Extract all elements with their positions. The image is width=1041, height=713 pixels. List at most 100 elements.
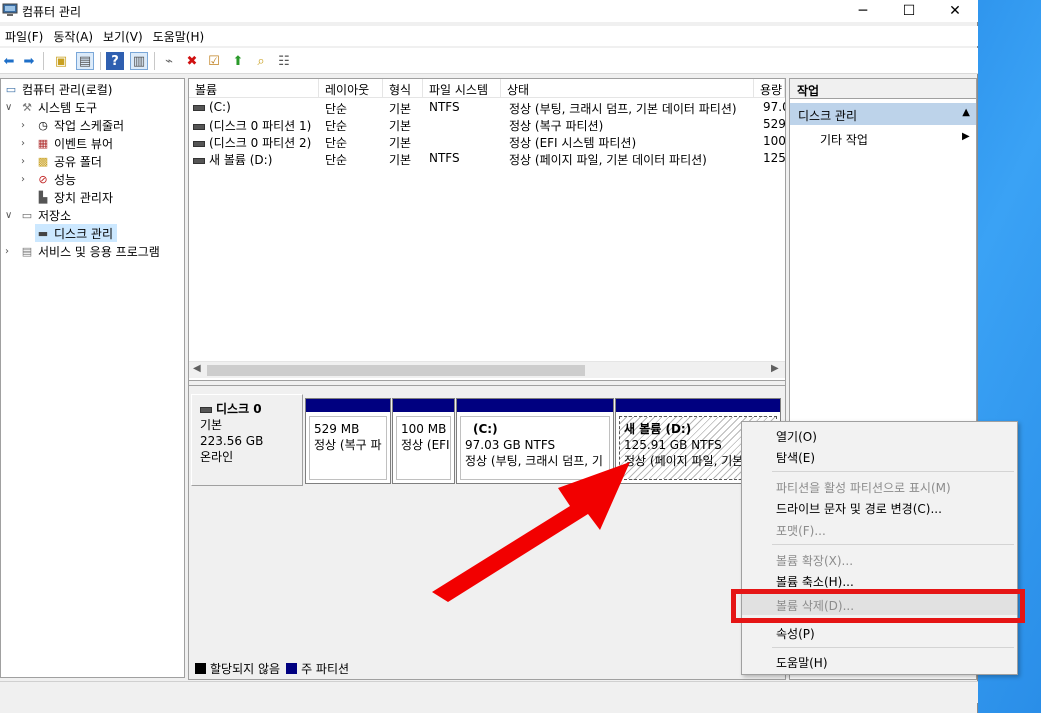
search-icon[interactable]: ⌕ bbox=[252, 52, 270, 70]
connect-icon[interactable]: ⌁ bbox=[160, 52, 178, 70]
tree-item-performance[interactable]: › ⊘ 성능 bbox=[21, 170, 76, 188]
table-row[interactable]: 새 볼륨 (D:) 단순 기본 NTFS 정상 (페이지 파일, 기본 데이터 … bbox=[189, 150, 785, 167]
properties-icon[interactable]: ☑ bbox=[205, 52, 223, 70]
up-folder-icon[interactable]: ▣ bbox=[52, 52, 70, 70]
tree-item-device-manager[interactable]: ▙ 장치 관리자 bbox=[35, 188, 113, 206]
toolbar-separator bbox=[100, 52, 101, 70]
ctx-explore[interactable]: 탐색(E) bbox=[742, 446, 1017, 467]
column-header-capacity[interactable]: 용량 bbox=[754, 79, 785, 98]
legend-unallocated: 할당되지 않음 bbox=[210, 662, 281, 676]
title-bar[interactable]: 컴퓨터 관리 ─ ☐ ✕ bbox=[0, 0, 978, 22]
tree-item-root[interactable]: ▭ 컴퓨터 관리(로컬) bbox=[3, 80, 113, 98]
menu-separator bbox=[772, 544, 1014, 545]
scroll-right-icon[interactable]: ▶ bbox=[771, 363, 779, 374]
menu-bar: 파일(F) 동작(A) 보기(V) 도움말(H) bbox=[0, 26, 978, 46]
back-icon[interactable]: ⬅ bbox=[0, 52, 18, 70]
drive-icon bbox=[193, 157, 205, 164]
collapse-up-icon[interactable]: ▲ bbox=[962, 107, 970, 118]
partition-legend: 할당되지 않음 주 파티션 bbox=[195, 660, 349, 677]
chevron-right-icon[interactable]: › bbox=[21, 120, 31, 131]
cell-layout: 단순 bbox=[325, 119, 348, 133]
tree-item-system-tools[interactable]: ∨ ⚒ 시스템 도구 bbox=[5, 98, 97, 116]
chevron-right-icon[interactable]: › bbox=[21, 156, 31, 167]
tree-item-label: 이벤트 뷰어 bbox=[54, 136, 114, 151]
menu-file[interactable]: 파일(F) bbox=[0, 26, 48, 46]
table-row[interactable]: (디스크 0 파티션 1) 단순 기본 정상 (복구 파티션) 529 bbox=[189, 116, 785, 133]
primary-partition-swatch bbox=[286, 663, 298, 674]
disk-type: 기본 bbox=[200, 418, 223, 432]
tree-item-label: 공유 폴더 bbox=[54, 154, 102, 169]
tree-item-services[interactable]: › ▤ 서비스 및 응용 프로그램 bbox=[5, 242, 160, 260]
tree-item-label: 성능 bbox=[54, 172, 77, 187]
status-bar bbox=[0, 681, 978, 703]
list-icon[interactable]: ☷ bbox=[275, 52, 293, 70]
drive-icon bbox=[193, 123, 205, 130]
minimize-button[interactable]: ─ bbox=[840, 0, 886, 22]
show-hide-action-pane-icon[interactable]: ▥ bbox=[130, 52, 148, 70]
partition-title: (C:) bbox=[473, 422, 498, 436]
table-row[interactable]: (디스크 0 파티션 2) 단순 기본 정상 (EFI 시스템 파티션) 100 bbox=[189, 133, 785, 150]
more-actions-link[interactable]: 기타 작업 bbox=[820, 131, 868, 148]
clock-icon: ◷ bbox=[38, 118, 48, 132]
volume-list-header: 볼륨 레이아웃 형식 파일 시스템 상태 용량 bbox=[189, 79, 785, 98]
toolbar-separator bbox=[43, 52, 44, 70]
ctx-properties[interactable]: 속성(P) bbox=[742, 622, 1017, 643]
annotation-arrow-icon bbox=[432, 462, 630, 602]
partition-context-menu: 열기(O) 탐색(E) 파티션을 활성 파티션으로 표시(M) 드라이브 문자 … bbox=[741, 421, 1018, 675]
column-header-layout[interactable]: 레이아웃 bbox=[319, 79, 383, 98]
chevron-right-icon[interactable]: › bbox=[21, 174, 31, 185]
maximize-button[interactable]: ☐ bbox=[886, 0, 932, 22]
refresh-icon[interactable]: ⬆ bbox=[229, 52, 247, 70]
chevron-right-icon[interactable]: › bbox=[21, 138, 31, 149]
menu-view[interactable]: 보기(V) bbox=[98, 26, 148, 46]
column-header-type[interactable]: 형식 bbox=[383, 79, 423, 98]
horizontal-scrollbar[interactable]: ◀ ▶ bbox=[189, 361, 785, 378]
tree-item-shared-folders[interactable]: › ▩ 공유 폴더 bbox=[21, 152, 102, 170]
tree-item-storage[interactable]: ∨ ▭ 저장소 bbox=[5, 206, 71, 224]
delete-icon[interactable]: ✖ bbox=[183, 52, 201, 70]
column-header-filesystem[interactable]: 파일 시스템 bbox=[423, 79, 501, 98]
ctx-open[interactable]: 열기(O) bbox=[742, 425, 1017, 446]
forward-icon[interactable]: ➡ bbox=[20, 52, 38, 70]
event-viewer-icon: ▦ bbox=[37, 136, 49, 150]
tree-item-disk-management[interactable]: ▬ 디스크 관리 bbox=[35, 224, 118, 242]
cell-status: 정상 (부팅, 크래시 덤프, 기본 데이터 파티션) bbox=[509, 102, 737, 116]
cell-type: 기본 bbox=[389, 119, 412, 133]
column-header-status[interactable]: 상태 bbox=[501, 79, 754, 98]
scrollbar-thumb[interactable] bbox=[207, 365, 585, 376]
tree-item-event-viewer[interactable]: › ▦ 이벤트 뷰어 bbox=[21, 134, 113, 152]
chevron-down-icon[interactable]: ∨ bbox=[5, 210, 15, 221]
cell-status: 정상 (복구 파티션) bbox=[509, 119, 604, 133]
ctx-change-drive-letter[interactable]: 드라이브 문자 및 경로 변경(C)... bbox=[742, 497, 1017, 518]
partition-content: 529 MB 정상 (복구 파 bbox=[309, 416, 387, 480]
partition-recovery[interactable]: 529 MB 정상 (복구 파 bbox=[305, 398, 391, 484]
cell-volume: (디스크 0 파티션 1) bbox=[193, 117, 317, 134]
primary-partition-bar bbox=[306, 399, 390, 412]
submenu-arrow-icon: ▶ bbox=[962, 131, 970, 142]
tree-item-label: 컴퓨터 관리(로컬) bbox=[22, 82, 113, 97]
disk-name: 디스크 0 bbox=[216, 402, 262, 416]
window-title: 컴퓨터 관리 bbox=[22, 5, 82, 19]
show-hide-tree-icon[interactable]: ▤ bbox=[76, 52, 94, 70]
toolbar-separator bbox=[154, 52, 155, 70]
cell-type: 기본 bbox=[389, 102, 412, 116]
partition-size: 529 MB bbox=[314, 422, 360, 436]
tree-item-task-scheduler[interactable]: › ◷ 작업 스케줄러 bbox=[21, 116, 124, 134]
help-icon[interactable]: ? bbox=[106, 52, 124, 70]
tree-item-label: 서비스 및 응용 프로그램 bbox=[38, 244, 160, 259]
scroll-left-icon[interactable]: ◀ bbox=[193, 363, 201, 374]
column-header-volume[interactable]: 볼륨 bbox=[189, 79, 319, 98]
chevron-down-icon[interactable]: ∨ bbox=[5, 102, 15, 113]
menu-help[interactable]: 도움말(H) bbox=[148, 26, 210, 46]
ctx-help[interactable]: 도움말(H) bbox=[742, 651, 1017, 672]
ctx-shrink-volume[interactable]: 볼륨 축소(H)... bbox=[742, 570, 1017, 591]
close-button[interactable]: ✕ bbox=[932, 0, 978, 22]
disk-0-label[interactable]: 디스크 0 기본 223.56 GB 온라인 bbox=[191, 394, 303, 486]
cell-filesystem: NTFS bbox=[429, 151, 460, 165]
chevron-right-icon[interactable]: › bbox=[5, 246, 15, 257]
cell-filesystem: NTFS bbox=[429, 100, 460, 114]
table-row[interactable]: (C:) 단순 기본 NTFS 정상 (부팅, 크래시 덤프, 기본 데이터 파… bbox=[189, 99, 785, 116]
actions-section-disk-management[interactable]: 디스크 관리 ▲ bbox=[790, 103, 976, 125]
menu-separator bbox=[772, 647, 1014, 648]
menu-action[interactable]: 동작(A) bbox=[48, 26, 98, 46]
